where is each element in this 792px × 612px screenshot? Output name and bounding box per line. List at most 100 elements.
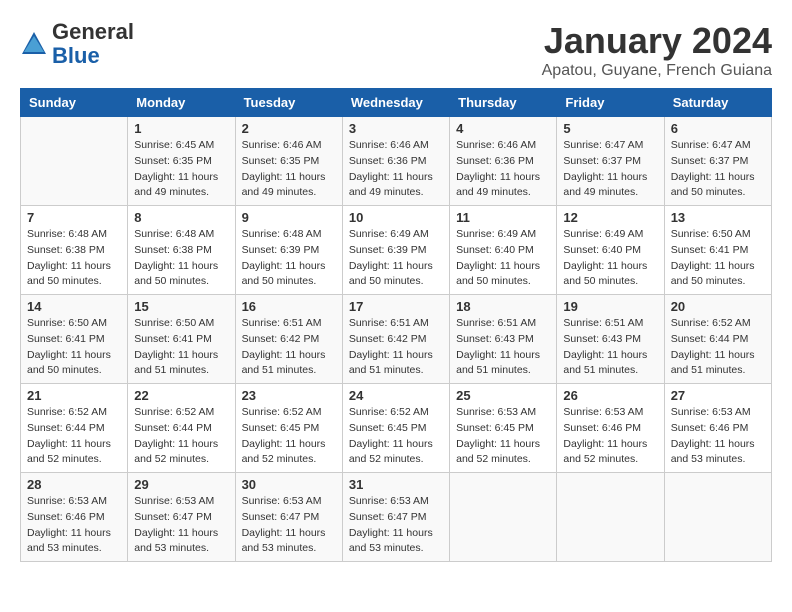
column-header-sunday: Sunday — [21, 89, 128, 117]
day-number: 16 — [242, 299, 336, 314]
calendar-cell: 13Sunrise: 6:50 AMSunset: 6:41 PMDayligh… — [664, 206, 771, 295]
location: Apatou, Guyane, French Guiana — [542, 62, 772, 80]
day-number: 9 — [242, 210, 336, 225]
calendar-cell: 15Sunrise: 6:50 AMSunset: 6:41 PMDayligh… — [128, 295, 235, 384]
day-number: 29 — [134, 477, 228, 492]
calendar-cell: 26Sunrise: 6:53 AMSunset: 6:46 PMDayligh… — [557, 384, 664, 473]
day-number: 19 — [563, 299, 657, 314]
day-number: 23 — [242, 388, 336, 403]
calendar-cell: 9 Sunrise: 6:48 AMSunset: 6:39 PMDaylight… — [235, 206, 342, 295]
day-info: Sunrise: 6:52 AMSunset: 6:45 PMDaylight:… — [349, 405, 443, 468]
calendar-cell: 16 Sunrise: 6:51 AMSunset: 6:42 PMDayligh… — [235, 295, 342, 384]
calendar-cell: 23 Sunrise: 6:52 AMSunset: 6:45 PMDayligh… — [235, 384, 342, 473]
day-number: 12 — [563, 210, 657, 225]
day-info: Sunrise: 6:50 AMSunset: 6:41 PMDaylight:… — [134, 316, 228, 379]
calendar-cell: 11 Sunrise: 6:49 AMSunset: 6:40 PMDayligh… — [450, 206, 557, 295]
day-number: 25 — [456, 388, 550, 403]
day-number: 14 — [27, 299, 121, 314]
day-info: Sunrise: 6:53 AMSunset: 6:47 PMDaylight:… — [242, 494, 336, 557]
day-info: Sunrise: 6:48 AMSunset: 6:38 PMDaylight:… — [27, 227, 121, 290]
day-info: Sunrise: 6:53 AMSunset: 6:47 PMDaylight:… — [349, 494, 443, 557]
calendar-cell: 4Sunrise: 6:46 AMSunset: 6:36 PMDaylight… — [450, 117, 557, 206]
calendar-cell — [557, 473, 664, 562]
day-info: Sunrise: 6:53 AMSunset: 6:46 PMDaylight:… — [27, 494, 121, 557]
day-number: 17 — [349, 299, 443, 314]
calendar-cell: 7 Sunrise: 6:48 AMSunset: 6:38 PMDaylight… — [21, 206, 128, 295]
logo-text: General Blue — [52, 20, 134, 68]
day-number: 20 — [671, 299, 765, 314]
day-number: 5 — [563, 121, 657, 136]
day-number: 3 — [349, 121, 443, 136]
day-number: 1 — [134, 121, 228, 136]
day-number: 30 — [242, 477, 336, 492]
calendar-cell — [664, 473, 771, 562]
day-info: Sunrise: 6:53 AMSunset: 6:45 PMDaylight:… — [456, 405, 550, 468]
calendar-cell: 6 Sunrise: 6:47 AMSunset: 6:37 PMDaylight… — [664, 117, 771, 206]
day-info: Sunrise: 6:52 AMSunset: 6:44 PMDaylight:… — [27, 405, 121, 468]
calendar-cell: 29Sunrise: 6:53 AMSunset: 6:47 PMDayligh… — [128, 473, 235, 562]
calendar-cell: 17 Sunrise: 6:51 AMSunset: 6:42 PMDayligh… — [342, 295, 449, 384]
calendar-week-row: 1 Sunrise: 6:45 AMSunset: 6:35 PMDaylight… — [21, 117, 772, 206]
month-title: January 2024 — [542, 20, 772, 62]
day-number: 26 — [563, 388, 657, 403]
day-number: 27 — [671, 388, 765, 403]
calendar-cell: 19 Sunrise: 6:51 AMSunset: 6:43 PMDayligh… — [557, 295, 664, 384]
day-info: Sunrise: 6:52 AMSunset: 6:44 PMDaylight:… — [134, 405, 228, 468]
day-info: Sunrise: 6:51 AMSunset: 6:43 PMDaylight:… — [563, 316, 657, 379]
day-info: Sunrise: 6:49 AMSunset: 6:40 PMDaylight:… — [456, 227, 550, 290]
calendar-cell: 3Sunrise: 6:46 AMSunset: 6:36 PMDaylight… — [342, 117, 449, 206]
logo: General Blue — [20, 20, 134, 68]
calendar-week-row: 7 Sunrise: 6:48 AMSunset: 6:38 PMDaylight… — [21, 206, 772, 295]
day-info: Sunrise: 6:53 AMSunset: 6:46 PMDaylight:… — [671, 405, 765, 468]
day-info: Sunrise: 6:52 AMSunset: 6:45 PMDaylight:… — [242, 405, 336, 468]
logo-icon — [20, 30, 48, 58]
calendar-cell — [21, 117, 128, 206]
calendar-cell: 30 Sunrise: 6:53 AMSunset: 6:47 PMDayligh… — [235, 473, 342, 562]
column-header-tuesday: Tuesday — [235, 89, 342, 117]
day-info: Sunrise: 6:50 AMSunset: 6:41 PMDaylight:… — [27, 316, 121, 379]
day-info: Sunrise: 6:49 AMSunset: 6:40 PMDaylight:… — [563, 227, 657, 290]
calendar-header-row: SundayMondayTuesdayWednesdayThursdayFrid… — [21, 89, 772, 117]
day-info: Sunrise: 6:47 AMSunset: 6:37 PMDaylight:… — [671, 138, 765, 201]
calendar-cell: 8 Sunrise: 6:48 AMSunset: 6:38 PMDaylight… — [128, 206, 235, 295]
day-number: 18 — [456, 299, 550, 314]
day-number: 31 — [349, 477, 443, 492]
day-info: Sunrise: 6:51 AMSunset: 6:42 PMDaylight:… — [242, 316, 336, 379]
logo-blue-text: Blue — [52, 43, 100, 68]
day-number: 6 — [671, 121, 765, 136]
page-header: General Blue January 2024 Apatou, Guyane… — [20, 20, 772, 80]
calendar-cell: 22 Sunrise: 6:52 AMSunset: 6:44 PMDayligh… — [128, 384, 235, 473]
day-info: Sunrise: 6:45 AMSunset: 6:35 PMDaylight:… — [134, 138, 228, 201]
calendar-cell: 5Sunrise: 6:47 AMSunset: 6:37 PMDaylight… — [557, 117, 664, 206]
day-number: 21 — [27, 388, 121, 403]
day-info: Sunrise: 6:46 AMSunset: 6:35 PMDaylight:… — [242, 138, 336, 201]
calendar-cell: 18 Sunrise: 6:51 AMSunset: 6:43 PMDayligh… — [450, 295, 557, 384]
day-number: 7 — [27, 210, 121, 225]
calendar-cell: 27 Sunrise: 6:53 AMSunset: 6:46 PMDayligh… — [664, 384, 771, 473]
day-number: 13 — [671, 210, 765, 225]
calendar-week-row: 21 Sunrise: 6:52 AMSunset: 6:44 PMDayligh… — [21, 384, 772, 473]
title-area: January 2024 Apatou, Guyane, French Guia… — [542, 20, 772, 80]
calendar-cell: 31 Sunrise: 6:53 AMSunset: 6:47 PMDayligh… — [342, 473, 449, 562]
column-header-saturday: Saturday — [664, 89, 771, 117]
calendar-cell: 12 Sunrise: 6:49 AMSunset: 6:40 PMDayligh… — [557, 206, 664, 295]
day-number: 8 — [134, 210, 228, 225]
calendar-cell: 25 Sunrise: 6:53 AMSunset: 6:45 PMDayligh… — [450, 384, 557, 473]
calendar-cell: 10Sunrise: 6:49 AMSunset: 6:39 PMDayligh… — [342, 206, 449, 295]
day-info: Sunrise: 6:51 AMSunset: 6:42 PMDaylight:… — [349, 316, 443, 379]
calendar-cell: 14 Sunrise: 6:50 AMSunset: 6:41 PMDayligh… — [21, 295, 128, 384]
day-number: 22 — [134, 388, 228, 403]
day-info: Sunrise: 6:48 AMSunset: 6:38 PMDaylight:… — [134, 227, 228, 290]
calendar-week-row: 28Sunrise: 6:53 AMSunset: 6:46 PMDayligh… — [21, 473, 772, 562]
calendar-cell — [450, 473, 557, 562]
day-number: 2 — [242, 121, 336, 136]
column-header-friday: Friday — [557, 89, 664, 117]
day-info: Sunrise: 6:48 AMSunset: 6:39 PMDaylight:… — [242, 227, 336, 290]
calendar-cell: 24Sunrise: 6:52 AMSunset: 6:45 PMDayligh… — [342, 384, 449, 473]
calendar-cell: 21 Sunrise: 6:52 AMSunset: 6:44 PMDayligh… — [21, 384, 128, 473]
column-header-thursday: Thursday — [450, 89, 557, 117]
day-number: 11 — [456, 210, 550, 225]
day-info: Sunrise: 6:51 AMSunset: 6:43 PMDaylight:… — [456, 316, 550, 379]
day-number: 4 — [456, 121, 550, 136]
logo-general-text: General — [52, 19, 134, 44]
